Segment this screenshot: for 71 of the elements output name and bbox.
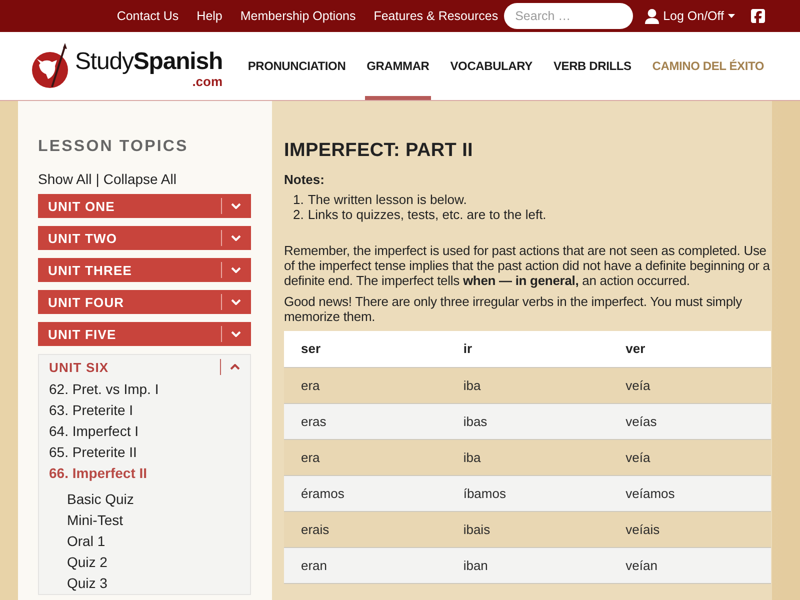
top-link[interactable]: Help: [196, 9, 222, 23]
show-all-link[interactable]: Show All: [38, 171, 92, 187]
caret-icon: [728, 14, 735, 18]
logo-wordmark: StudySpanish: [75, 49, 223, 75]
quiz-link[interactable]: Basic Quiz: [39, 489, 250, 510]
table-cell: íbamos: [446, 475, 609, 511]
top-link[interactable]: Contact Us: [116, 9, 179, 23]
logo-domain: .com: [192, 75, 223, 89]
top-link[interactable]: Features & Resources: [374, 9, 498, 23]
chevron-up-icon: [230, 364, 240, 370]
lesson-link[interactable]: 62. Pret. vs Imp. I: [39, 379, 250, 400]
notes-label: Notes:: [284, 172, 326, 187]
table-cell: iban: [446, 547, 609, 583]
nav-link[interactable]: CAMINO DEL ÉXITO: [650, 32, 766, 100]
note-text: Links to quizzes, tests, etc. are to the left.: [308, 207, 546, 222]
table-cell: erais: [284, 511, 446, 547]
table-cell: eran: [284, 547, 446, 583]
lesson-title: IMPERFECT: PART II: [284, 139, 474, 163]
column-header: ser: [284, 331, 446, 367]
lesson-link[interactable]: 66. Imperfect II: [39, 463, 250, 484]
unit-header[interactable]: UNIT THREE: [38, 258, 251, 282]
table-cell: veíamos: [608, 475, 771, 511]
unit-header[interactable]: UNIT TWO: [38, 226, 251, 250]
chevron-down-icon: [231, 299, 241, 305]
quiz-link[interactable]: Quiz 3: [39, 573, 250, 594]
table-cell: iba: [446, 439, 609, 475]
chevron-down-icon: [231, 235, 241, 241]
chevron-down-icon: [231, 203, 241, 209]
lesson-link[interactable]: 65. Preterite II: [39, 442, 250, 463]
facebook-icon[interactable]: [750, 8, 766, 24]
top-link[interactable]: Membership Options: [240, 9, 356, 23]
nav-link[interactable]: PRONUNCIATION: [246, 32, 348, 100]
table-cell: veía: [608, 439, 771, 475]
search-field[interactable]: Search …: [504, 3, 634, 29]
quiz-link[interactable]: Quiz 2: [39, 552, 250, 573]
table-cell: era: [284, 439, 446, 475]
nav-link[interactable]: VERB DRILLS: [551, 32, 634, 100]
link-separator: |: [96, 171, 100, 187]
sidebar-title: LESSON TOPICS: [38, 137, 190, 157]
list-number: 2.: [293, 207, 304, 222]
lesson-link[interactable]: 64. Imperfect I: [39, 421, 250, 442]
paragraph: Remember, the imperfect is used for past actions that are not seen as completed. Use of the imperfect tense implies that the past action did not have a definite beginning or a definite end. The imperfect tells when — in general, an action occurred.: [284, 243, 771, 288]
quiz-link[interactable]: Oral 1: [39, 531, 250, 552]
table-cell: era: [284, 367, 446, 403]
unit-header[interactable]: UNIT FOUR: [38, 290, 251, 314]
note-text: The written lesson is below.: [308, 192, 467, 207]
chevron-down-icon: [231, 331, 241, 337]
unit-header[interactable]: UNIT ONE: [38, 194, 251, 218]
user-icon: [645, 8, 660, 24]
table-cell: veías: [608, 403, 771, 439]
collapse-all-link[interactable]: Collapse All: [103, 171, 176, 187]
quiz-link[interactable]: Mini-Test: [39, 510, 250, 531]
lesson-link[interactable]: 63. Preterite I: [39, 400, 250, 421]
table-cell: ibas: [446, 403, 609, 439]
unit-header[interactable]: UNIT FIVE: [38, 322, 251, 346]
account-button[interactable]: Log On/Off: [645, 8, 735, 24]
table-cell: éramos: [284, 475, 446, 511]
table-cell: ibais: [446, 511, 609, 547]
column-header: ver: [608, 331, 771, 367]
unit-header[interactable]: UNIT SIX: [39, 355, 250, 379]
table-cell: eras: [284, 403, 446, 439]
column-header: ir: [446, 331, 609, 367]
table-cell: veíais: [608, 511, 771, 547]
logo-icon: [32, 43, 70, 89]
table-cell: veía: [608, 367, 771, 403]
table-cell: veían: [608, 547, 771, 583]
nav-link[interactable]: VOCABULARY: [448, 32, 534, 100]
list-number: 1.: [293, 192, 304, 207]
table-cell: iba: [446, 367, 609, 403]
paragraph: Good news! There are only three irregular verbs in the imperfect. You must simply memorize them.: [284, 294, 744, 324]
chevron-down-icon: [231, 267, 241, 273]
